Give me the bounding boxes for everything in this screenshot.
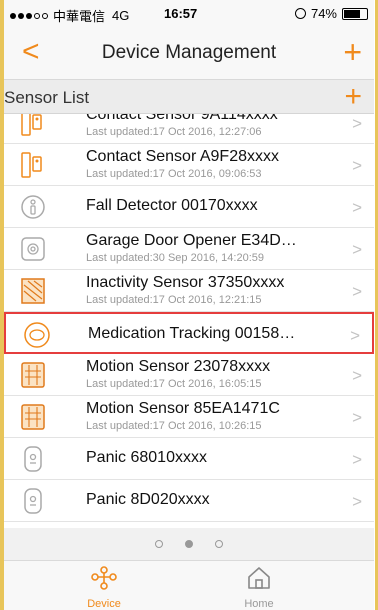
contact-sensor-icon [20, 151, 46, 179]
garage-door-icon [20, 235, 46, 263]
sensor-row[interactable]: Panic 8D020xxxx > [4, 480, 374, 522]
sensor-row[interactable]: Garage Door Opener E34D… Last updated:30 … [4, 228, 374, 270]
sensor-name: Fall Detector 00170xxxx [86, 197, 258, 214]
chevron-right-icon: > [352, 366, 362, 385]
status-left: 中華電信 4G [10, 6, 129, 25]
motion-sensor-icon [20, 361, 46, 389]
panic-button-icon [20, 487, 46, 515]
tab-device-label: Device [87, 598, 121, 610]
inactivity-sensor-icon [20, 277, 46, 305]
tab-home-label: Home [244, 598, 274, 610]
chevron-right-icon: > [352, 156, 362, 175]
chevron-right-icon: > [350, 326, 360, 345]
sensor-last-updated: Last updated:17 Oct 2016, 10:26:15 [86, 420, 262, 432]
sensor-name: Medication Tracking 00158… [88, 325, 296, 342]
signal-strength-icon [10, 12, 48, 19]
device-network-icon [91, 566, 117, 590]
medication-tracker-icon [22, 321, 50, 349]
tab-home[interactable]: Home [219, 565, 299, 610]
chevron-right-icon: > [352, 114, 362, 133]
sensor-row[interactable]: Panic 68010xxxx > [4, 438, 374, 480]
home-icon [248, 567, 270, 589]
page-dot[interactable] [215, 540, 223, 548]
panic-button-icon [20, 445, 46, 473]
sensor-name: Motion Sensor 23078xxxx [86, 358, 271, 375]
page-title: Device Management [101, 42, 277, 63]
sensor-last-updated: Last updated:30 Sep 2016, 14:20:59 [86, 252, 264, 264]
sensor-row[interactable]: Fall Detector 00170xxxx > [4, 186, 374, 228]
status-time: 16:57 [164, 6, 198, 21]
sensor-row[interactable]: Contact Sensor A9F28xxxx Last updated:17 … [4, 144, 374, 186]
chevron-right-icon: > [352, 450, 362, 469]
sensor-list-header: Sensor List + [4, 80, 374, 114]
navigation-bar: < Device Management + [4, 26, 374, 80]
sensor-row[interactable]: Inactivity Sensor 37350xxxx Last updated:… [4, 270, 374, 312]
sensor-row[interactable]: Motion Sensor 85EA1471C Last updated:17 O… [4, 396, 374, 438]
sensor-row-highlighted[interactable]: Medication Tracking 00158… > [4, 312, 374, 354]
sensor-name: Panic 8D020xxxx [86, 491, 210, 508]
chevron-right-icon: > [352, 408, 362, 427]
sensor-name: Contact Sensor 9A114xxxx [86, 114, 278, 123]
add-sensor-plus-icon[interactable]: + [344, 80, 362, 114]
sensor-name: Motion Sensor 85EA1471C [86, 400, 280, 417]
contact-sensor-icon [20, 114, 46, 137]
sensor-last-updated: Last updated:17 Oct 2016, 12:27:06 [86, 126, 262, 138]
network-type: 4G [112, 8, 130, 23]
carrier-name: 中華電信 [53, 9, 106, 24]
page-dot[interactable] [155, 540, 163, 548]
section-title: Sensor List [4, 88, 90, 107]
motion-sensor-icon [20, 403, 46, 431]
sensor-last-updated: Last updated:17 Oct 2016, 12:21:15 [86, 294, 262, 306]
sensor-row[interactable]: Motion Sensor 23078xxxx Last updated:17 O… [4, 354, 374, 396]
sensor-name: Garage Door Opener E34D… [86, 232, 297, 249]
page-indicator[interactable] [4, 528, 374, 560]
status-right: 74% [294, 6, 368, 21]
add-device-plus-icon[interactable]: + [343, 34, 362, 71]
sensor-name: Panic 68010xxxx [86, 449, 207, 466]
rotation-lock-icon [294, 8, 306, 19]
sensor-row[interactable]: Contact Sensor 9A114xxxx Last updated:17 … [4, 114, 374, 144]
sensor-last-updated: Last updated:17 Oct 2016, 09:06:53 [86, 168, 262, 180]
chevron-right-icon: > [352, 492, 362, 511]
sensor-last-updated: Last updated:17 Oct 2016, 16:05:15 [86, 378, 262, 390]
tab-device[interactable]: Device [64, 565, 144, 610]
chevron-right-icon: > [352, 282, 362, 301]
battery-percent: 74% [310, 6, 337, 21]
sensor-name: Inactivity Sensor 37350xxxx [86, 274, 285, 291]
tab-bar: Device Home [4, 560, 374, 610]
sensor-name: Contact Sensor A9F28xxxx [86, 148, 279, 165]
chevron-right-icon: > [352, 198, 362, 217]
battery-icon [342, 7, 368, 20]
chevron-right-icon: > [352, 240, 362, 259]
sensor-list[interactable]: Contact Sensor 9A114xxxx Last updated:17 … [4, 114, 374, 528]
page-dot[interactable] [185, 540, 193, 548]
fall-detector-icon [20, 193, 46, 221]
status-bar: 中華電信 4G 16:57 74% [4, 0, 374, 26]
